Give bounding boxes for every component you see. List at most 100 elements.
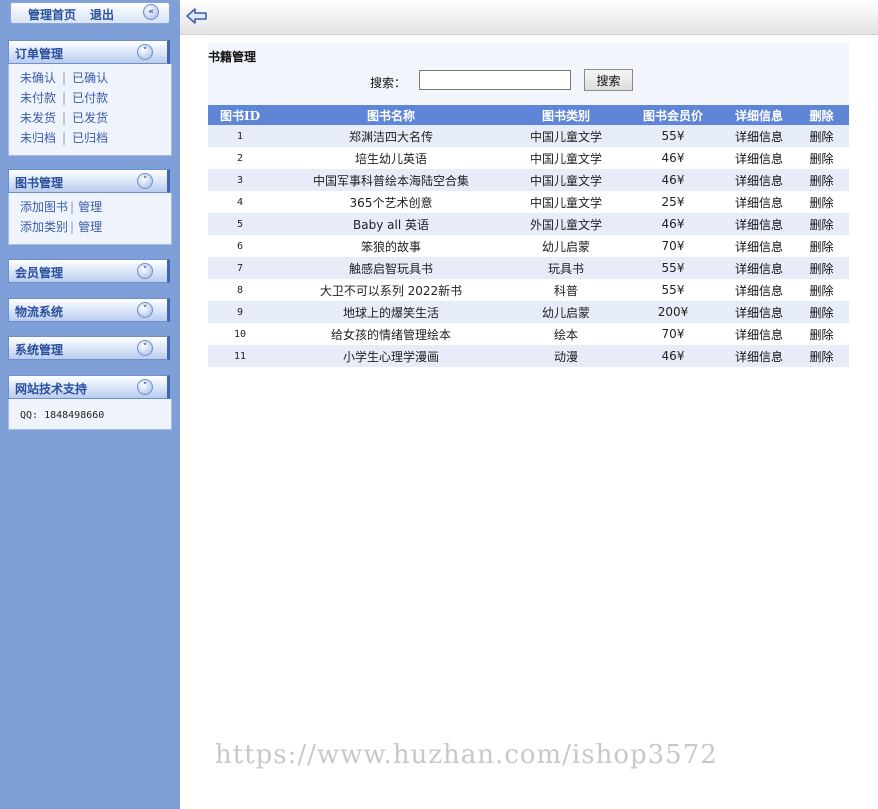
book-name-cell-wrap: 触感启智玩具书 [272, 257, 510, 279]
delete-link[interactable]: 删除 [809, 328, 833, 342]
add-book-link[interactable]: 添加图书 [20, 200, 68, 214]
book-category-cell-wrap: 幼儿启蒙 [510, 235, 622, 257]
book-id-cell: 10 [233, 328, 247, 340]
menu-title-support: 网站技术支持 [15, 382, 88, 396]
book-table-body: 1 郑渊洁四大名传 中国儿童文学 55¥ 详细信息 删除 2 培生幼儿英语 中国儿童文学 46¥ 详… [208, 125, 849, 367]
delete-link[interactable]: 删除 [809, 174, 833, 188]
detail-link[interactable]: 详细信息 [735, 328, 783, 342]
book-id-cell-wrap: 8 [208, 279, 272, 301]
detail-link[interactable]: 详细信息 [735, 152, 783, 166]
menu-title-logistics: 物流系统 [15, 305, 64, 319]
table-row: 8 大卫不可以系列 2022新书 科普 55¥ 详细信息 删除 [208, 279, 849, 301]
delete-link[interactable]: 删除 [809, 240, 833, 254]
book-id-cell-wrap: 11 [208, 345, 272, 367]
menu-header-books[interactable]: 图书管理 ˅ [8, 169, 170, 193]
search-label: 搜索： [370, 76, 407, 90]
logout-link[interactable]: 退出 [90, 6, 114, 23]
book-id-cell-wrap: 4 [208, 191, 272, 213]
shipped-orders-link[interactable]: 已发货 [72, 111, 108, 125]
book-id-cell-wrap: 7 [208, 257, 272, 279]
admin-home-link[interactable]: 管理首页 [28, 6, 76, 23]
menu-row: 未确认 | 已确认 [20, 71, 109, 85]
book-price-cell: 46¥ [661, 349, 685, 363]
table-row: 10 给女孩的情绪管理绘本 绘本 70¥ 详细信息 删除 [208, 323, 849, 345]
detail-link[interactable]: 详细信息 [735, 130, 783, 144]
delete-link[interactable]: 删除 [809, 350, 833, 364]
book-price-cell: 55¥ [661, 283, 685, 297]
book-category-cell: 绘本 [553, 327, 578, 342]
book-name-cell: 培生幼儿英语 [354, 151, 427, 166]
confirmed-orders-link[interactable]: 已确认 [72, 71, 108, 85]
detail-link[interactable]: 详细信息 [735, 196, 783, 210]
book-price-cell-wrap: 46¥ [622, 147, 724, 169]
book-category-cell: 中国儿童文学 [529, 195, 602, 210]
menu-header-system[interactable]: 系统管理 ˅ [8, 336, 170, 360]
add-category-link[interactable]: 添加类别 [20, 220, 68, 234]
manage-books-link[interactable]: 管理 [78, 200, 102, 214]
detail-link[interactable]: 详细信息 [735, 306, 783, 320]
book-table: 图书ID 图书名称 图书类别 图书会员价 详细信息 删除 1 郑渊洁四大名传 中国儿… [208, 105, 849, 367]
delete-link-wrap: 删除 [794, 147, 849, 169]
chevron-down-icon[interactable]: ˅ [137, 44, 153, 60]
book-name-cell: 郑渊洁四大名传 [348, 129, 433, 144]
table-header-row: 图书ID 图书名称 图书类别 图书会员价 详细信息 删除 [208, 105, 849, 125]
detail-link[interactable]: 详细信息 [735, 262, 783, 276]
table-row: 9 地球上的爆笑生活 幼儿启蒙 200¥ 详细信息 删除 [208, 301, 849, 323]
detail-link-wrap: 详细信息 [724, 323, 794, 345]
table-row: 6 笨狼的故事 幼儿启蒙 70¥ 详细信息 删除 [208, 235, 849, 257]
detail-link[interactable]: 详细信息 [735, 240, 783, 254]
collapse-sidebar-icon[interactable]: « [143, 4, 159, 20]
unarchived-orders-link[interactable]: 未归档 [20, 131, 56, 145]
top-strip [180, 0, 878, 35]
chevron-down-icon[interactable]: ˅ [137, 173, 153, 189]
menu-header-orders[interactable]: 订单管理 ˅ [8, 40, 170, 64]
menu-header-logistics[interactable]: 物流系统 ˅ [8, 298, 170, 322]
menu-body-books: 添加图书 | 管理 添加类别 | 管理 [8, 193, 172, 245]
book-name-cell: 365个艺术创意 [349, 195, 433, 210]
delete-link[interactable]: 删除 [809, 306, 833, 320]
delete-link-wrap: 删除 [794, 279, 849, 301]
detail-link[interactable]: 详细信息 [735, 350, 783, 364]
book-id-cell: 9 [236, 306, 244, 318]
unpaid-orders-link[interactable]: 未付款 [20, 91, 56, 105]
delete-link[interactable]: 删除 [809, 196, 833, 210]
book-name-cell-wrap: 郑渊洁四大名传 [272, 125, 510, 147]
delete-link[interactable]: 删除 [809, 218, 833, 232]
delete-link-wrap: 删除 [794, 257, 849, 279]
delete-link[interactable]: 删除 [809, 284, 833, 298]
archived-orders-link[interactable]: 已归档 [72, 131, 108, 145]
detail-link[interactable]: 详细信息 [735, 218, 783, 232]
detail-link[interactable]: 详细信息 [735, 284, 783, 298]
chevron-down-icon[interactable]: ˅ [137, 263, 153, 279]
menu-title-orders: 订单管理 [15, 47, 64, 61]
menu-title-system: 系统管理 [15, 343, 64, 357]
book-name-cell-wrap: 笨狼的故事 [272, 235, 510, 257]
menu-title-books: 图书管理 [15, 176, 64, 190]
search-button[interactable]: 搜索 [584, 69, 633, 91]
back-arrow-icon[interactable] [186, 7, 208, 28]
book-id-cell: 3 [236, 174, 244, 186]
menu-header-members[interactable]: 会员管理 ˅ [8, 259, 170, 283]
delete-link[interactable]: 删除 [809, 262, 833, 276]
unshipped-orders-link[interactable]: 未发货 [20, 111, 56, 125]
delete-link[interactable]: 删除 [809, 152, 833, 166]
book-category-cell: 幼儿启蒙 [541, 305, 590, 320]
chevron-down-icon[interactable]: ˅ [137, 340, 153, 356]
menu-row: 未发货 | 已发货 [20, 111, 109, 125]
detail-link[interactable]: 详细信息 [735, 174, 783, 188]
paid-orders-link[interactable]: 已付款 [72, 91, 108, 105]
table-row: 2 培生幼儿英语 中国儿童文学 46¥ 详细信息 删除 [208, 147, 849, 169]
unconfirmed-orders-link[interactable]: 未确认 [20, 71, 56, 85]
menu-row: 添加图书 | 管理 [20, 200, 103, 214]
watermark: https://www.huzhan.com/ishop3572 [215, 740, 718, 770]
table-row: 5 Baby all 英语 外国儿童文学 46¥ 详细信息 删除 [208, 213, 849, 235]
book-name-cell: 大卫不可以系列 2022新书 [319, 283, 463, 298]
menu-header-support[interactable]: 网站技术支持 ˅ [8, 375, 170, 399]
search-input[interactable] [419, 70, 571, 90]
delete-link[interactable]: 删除 [809, 130, 833, 144]
manage-categories-link[interactable]: 管理 [78, 220, 102, 234]
chevron-down-icon[interactable]: ˅ [137, 302, 153, 318]
book-id-cell-wrap: 9 [208, 301, 272, 323]
chevron-down-icon[interactable]: ˅ [137, 379, 153, 395]
menu-title-members: 会员管理 [15, 266, 64, 280]
